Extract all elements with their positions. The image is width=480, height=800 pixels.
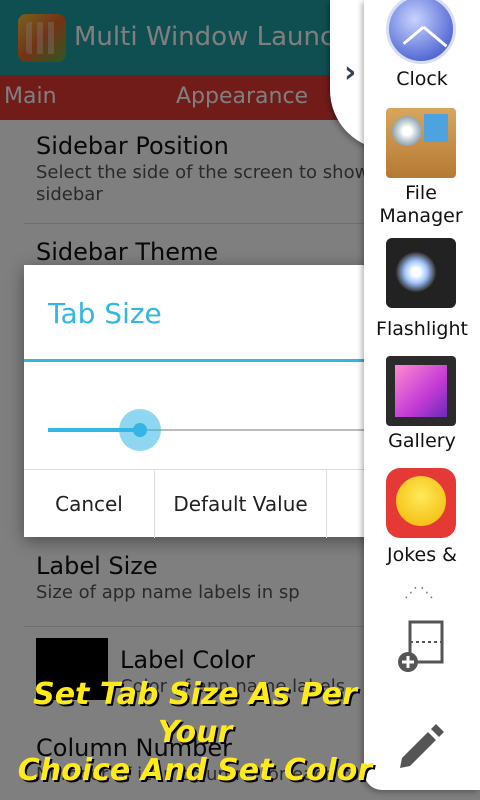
clock-icon [386, 0, 456, 64]
dialog-title: Tab Size [48, 297, 162, 330]
gallery-icon [386, 356, 456, 426]
slider-thumb[interactable] [132, 423, 147, 437]
jokes-icon [386, 468, 456, 538]
chevron-right-icon: › [344, 55, 357, 90]
cancel-button[interactable]: Cancel [24, 470, 155, 538]
flashlight-icon [386, 238, 456, 308]
promo-caption: Set Tab Size As Per Your Choice And Set … [0, 676, 390, 790]
app-label: Jokes & [387, 544, 457, 566]
app-label: Flashlight [376, 318, 468, 340]
app-label: File Manager [379, 182, 463, 227]
add-window-icon[interactable] [396, 620, 446, 674]
edit-icon[interactable] [396, 718, 446, 768]
more-dots-icon: ⋰⋱ [404, 585, 436, 601]
promo-caption-line2: Choice And Set Color [17, 753, 373, 788]
app-screen: Multi Window Launcher Main Appearance Si… [0, 0, 480, 800]
promo-caption-line1: Set Tab Size As Per Your [33, 677, 357, 750]
app-label: Clock [396, 68, 448, 90]
sidebar-panel: Clock File Manager Flashlight Gallery Jo… [364, 0, 480, 790]
file-manager-icon [386, 108, 456, 178]
app-label: Gallery [388, 430, 456, 452]
default-value-button[interactable]: Default Value [155, 470, 327, 538]
